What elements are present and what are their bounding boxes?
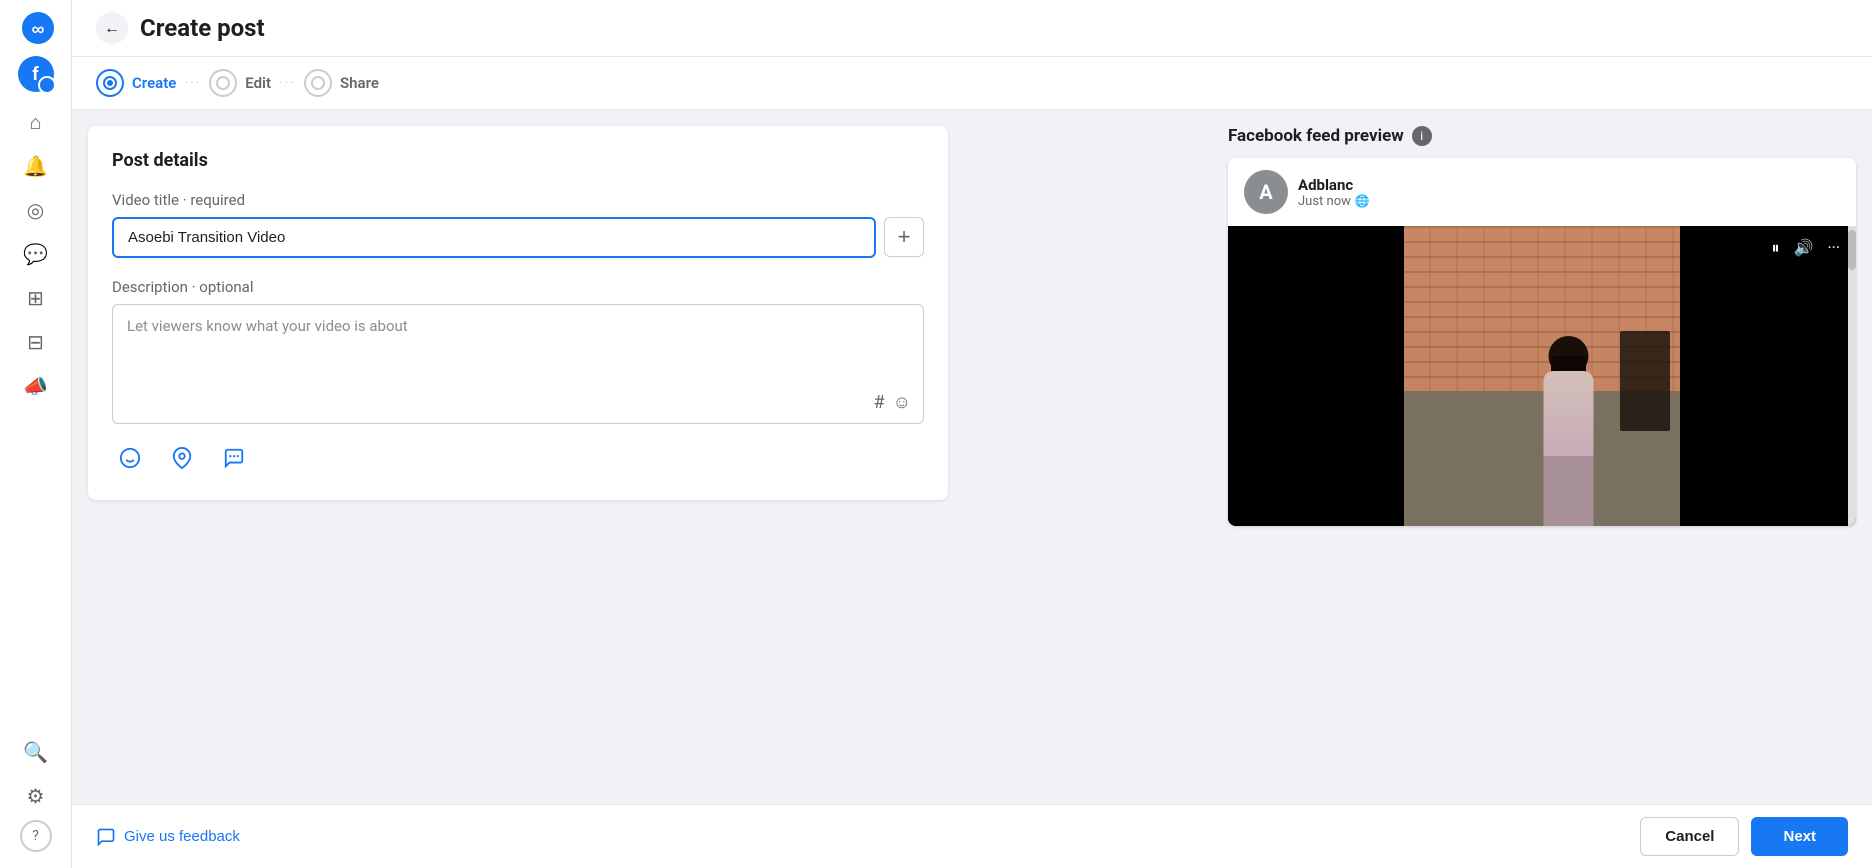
bell-icon[interactable]: 🔔 [16, 146, 56, 186]
preview-header: Facebook feed preview i [1228, 126, 1856, 146]
next-button[interactable]: Next [1751, 817, 1848, 856]
step-create[interactable]: Create [96, 69, 176, 97]
emoji-icon[interactable]: ☺ [893, 392, 911, 413]
page-title: Create post [140, 14, 265, 42]
svg-text:∞: ∞ [31, 19, 44, 39]
step-circle-create [96, 69, 124, 97]
gate [1620, 331, 1670, 431]
step-share[interactable]: Share [304, 69, 379, 97]
card-title: Post details [112, 150, 924, 171]
title-input-row: + [112, 217, 924, 258]
feedback-icon [96, 827, 116, 847]
info-icon[interactable]: i [1412, 126, 1432, 146]
scrollbar-thumb[interactable] [1848, 230, 1856, 270]
home-icon[interactable]: ⌂ [16, 102, 56, 142]
scrollbar-track [1848, 226, 1856, 526]
hashtag-icon[interactable]: # [874, 392, 885, 413]
step-circle-edit [209, 69, 237, 97]
footer: Give us feedback Cancel Next [72, 804, 1872, 868]
table-icon[interactable]: ⊟ [16, 322, 56, 362]
preview-avatar: A [1244, 170, 1288, 214]
post-actions-row [112, 436, 924, 476]
description-area[interactable]: Let viewers know what your video is abou… [112, 304, 924, 424]
pause-icon[interactable]: ⏸ [1772, 238, 1780, 258]
video-left-black [1228, 226, 1404, 526]
description-label: Description · optional [112, 278, 924, 296]
step-label-share: Share [340, 74, 379, 92]
messenger-icon[interactable] [216, 440, 252, 476]
back-button[interactable]: ← [96, 12, 128, 44]
video-title-input[interactable] [112, 217, 876, 258]
description-placeholder: Let viewers know what your video is abou… [127, 317, 909, 335]
stepper: Create ··· Edit ··· Share [72, 57, 1872, 110]
location-icon[interactable] [164, 440, 200, 476]
volume-icon[interactable]: 🔊 [1794, 238, 1814, 258]
description-icons: # ☺ [874, 392, 911, 413]
preview-title: Facebook feed preview [1228, 126, 1404, 146]
feedback-label: Give us feedback [124, 828, 240, 845]
help-icon[interactable]: ? [20, 820, 52, 852]
preview-panel: Facebook feed preview i A Adblanc Just n… [1212, 110, 1872, 804]
search-icon[interactable]: 🔍 [16, 732, 56, 772]
megaphone-icon[interactable]: 📣 [16, 366, 56, 406]
preview-user-info: Adblanc Just now 🌐 [1298, 176, 1370, 209]
cancel-button[interactable]: Cancel [1640, 817, 1739, 856]
step-circle-share [304, 69, 332, 97]
sidebar: ∞ f ⌂ 🔔 ◎ 💬 ⊞ ⊟ 📣 🔍 ⚙ ? [0, 0, 72, 868]
post-details-card: Post details Video title · required + De… [88, 126, 948, 500]
preview-post-time: Just now 🌐 [1298, 194, 1370, 209]
chat-icon[interactable]: 💬 [16, 234, 56, 274]
preview-card: A Adblanc Just now 🌐 [1228, 158, 1856, 526]
step-label-edit: Edit [245, 74, 271, 92]
step-edit[interactable]: Edit [209, 69, 271, 97]
page-header: ← Create post [72, 0, 1872, 57]
person-silhouette [1536, 336, 1601, 526]
video-title-label: Video title · required [112, 191, 924, 209]
main-content: ← Create post Create ··· Edit ··· [72, 0, 1872, 868]
step-dots-2: ··· [279, 75, 296, 91]
meta-logo[interactable]: ∞ [18, 8, 54, 44]
more-icon[interactable]: ··· [1827, 238, 1840, 258]
body-area: Post details Video title · required + De… [72, 110, 1872, 804]
preview-user-name: Adblanc [1298, 176, 1370, 194]
feedback-button[interactable]: Give us feedback [96, 827, 240, 847]
step-dots-1: ··· [184, 75, 201, 91]
grid-icon[interactable]: ⊞ [16, 278, 56, 318]
video-center [1404, 226, 1680, 526]
settings-icon[interactable]: ⚙ [16, 776, 56, 816]
video-controls: ⏸ 🔊 ··· [1772, 238, 1840, 258]
preview-card-header: A Adblanc Just now 🌐 [1228, 158, 1856, 226]
compass-icon[interactable]: ◎ [16, 190, 56, 230]
video-right-black [1680, 226, 1856, 526]
emoji-reaction-icon[interactable] [112, 440, 148, 476]
video-preview: ⏸ 🔊 ··· [1228, 226, 1856, 526]
footer-actions: Cancel Next [1640, 817, 1848, 856]
post-details-panel: Post details Video title · required + De… [72, 110, 1212, 804]
add-button[interactable]: + [884, 217, 924, 257]
globe-icon: 🌐 [1355, 194, 1370, 208]
step-label-create: Create [132, 74, 176, 92]
user-avatar[interactable]: f [18, 56, 54, 92]
